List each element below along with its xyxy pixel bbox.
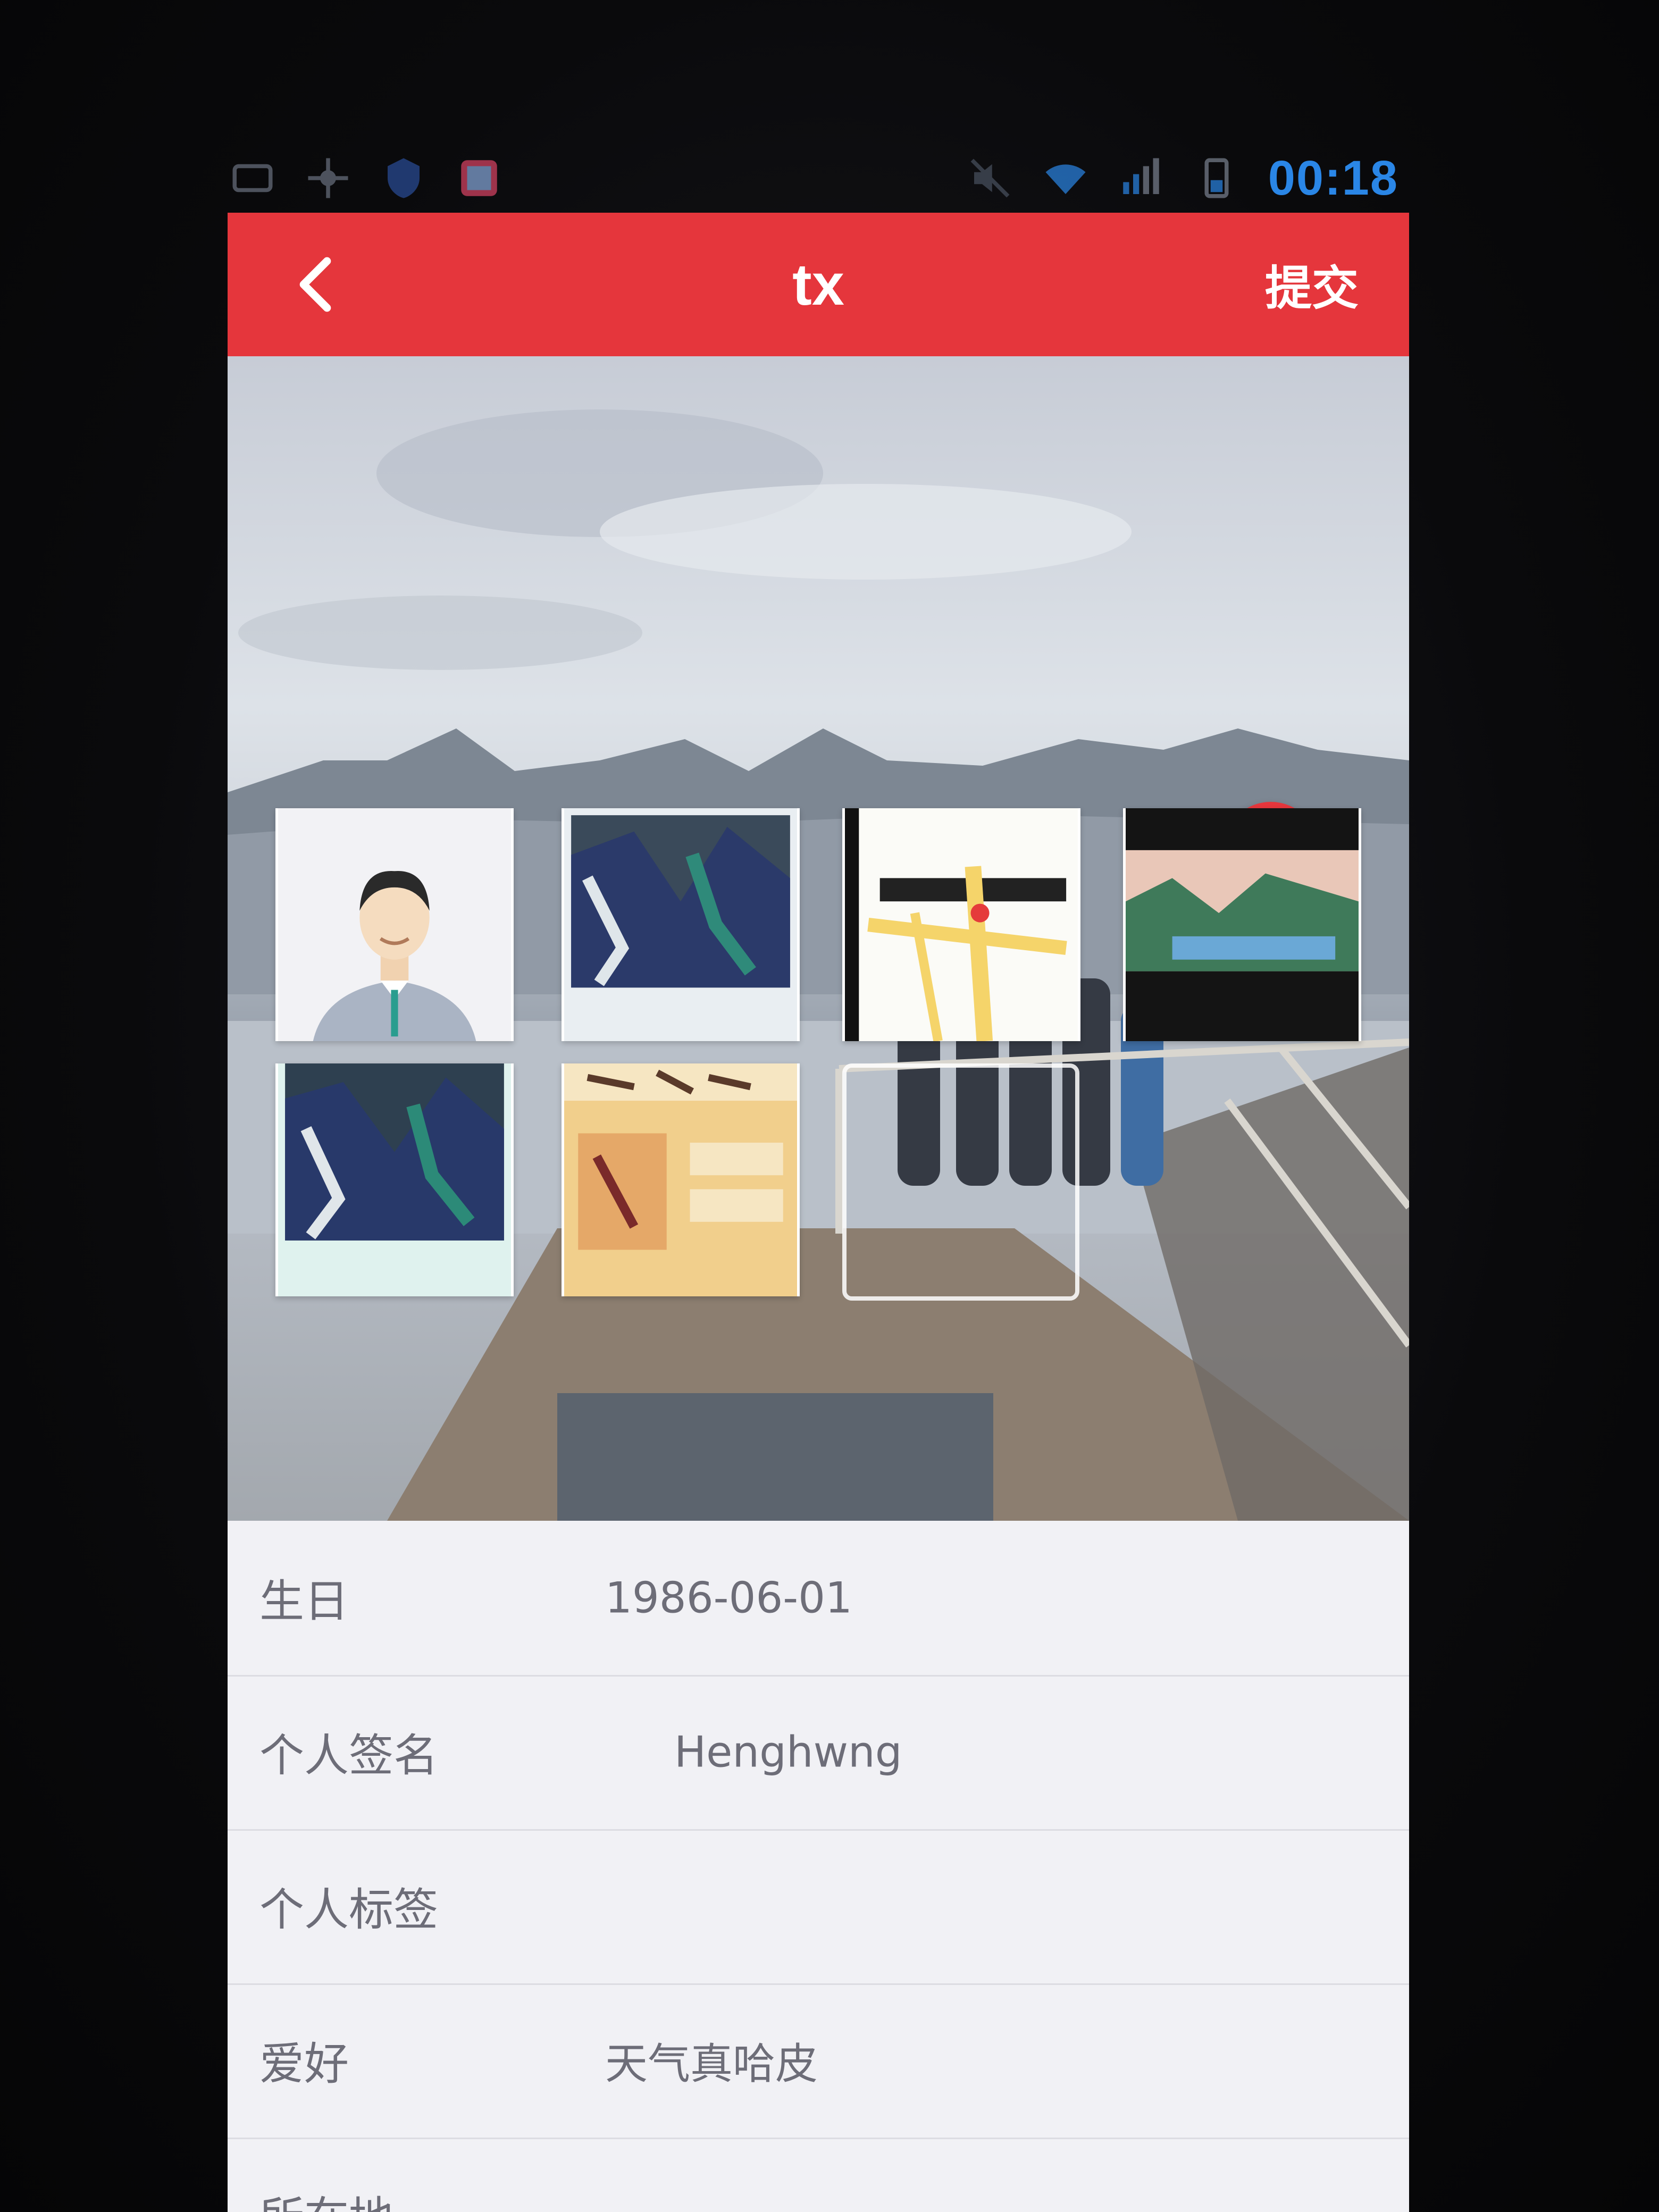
- usb-icon: [308, 158, 348, 198]
- battery-icon: [1204, 158, 1229, 198]
- avatar-illustration: [278, 808, 511, 1041]
- photo-add-slot[interactable]: [842, 1063, 1079, 1301]
- birthday-row[interactable]: 生日 1986-06-01: [228, 1521, 1409, 1677]
- photo-artwork[interactable]: [562, 808, 800, 1041]
- profile-info-list: 生日 1986-06-01 个人签名 Henghwng 个人标签 爱好 天气真哈…: [228, 1521, 1409, 2212]
- page-title: tx: [792, 252, 844, 317]
- map-image: [845, 808, 1078, 1041]
- wifi-icon: [1045, 164, 1086, 194]
- back-button[interactable]: [275, 245, 355, 324]
- chevron-left-icon: [299, 257, 331, 312]
- shield-icon: [388, 158, 420, 198]
- hobby-value: 天气真哈皮: [605, 2039, 818, 2089]
- notification-icon: [232, 164, 273, 192]
- hobby-label: 爱好: [259, 2038, 349, 2090]
- photo-artwork-2[interactable]: [275, 1063, 514, 1296]
- location-row[interactable]: 所在地: [228, 2138, 1409, 2212]
- photo-landscape[interactable]: [1123, 808, 1361, 1041]
- signature-value: Henghwng: [674, 1727, 902, 1777]
- hobby-row[interactable]: 爱好 天气真哈皮: [228, 1983, 1409, 2139]
- mute-icon: [970, 158, 1010, 198]
- artwork-image-2: [278, 1063, 511, 1296]
- tags-label: 个人标签: [259, 1883, 439, 1936]
- photo-map[interactable]: [842, 808, 1080, 1041]
- landscape-image: [1126, 808, 1359, 1041]
- photo-avatar[interactable]: [275, 808, 514, 1041]
- submit-button[interactable]: 提交: [1265, 251, 1359, 319]
- location-label: 所在地: [259, 2183, 393, 2212]
- status-time: 00:18: [1268, 150, 1398, 205]
- phone-screen: tx 提交 生日 1986-06-01 个人签名 Henghwng 个人标签 爱…: [228, 213, 1409, 2212]
- profile-cover-image[interactable]: [228, 356, 1409, 1521]
- photo-calligraphy[interactable]: [562, 1063, 800, 1296]
- gallery-icon: [461, 160, 497, 196]
- signature-row[interactable]: 个人签名 Henghwng: [228, 1675, 1409, 1831]
- signal-icon: [1122, 158, 1159, 194]
- signature-label: 个人签名: [259, 1729, 439, 1782]
- calligraphy-image: [564, 1063, 797, 1296]
- app-bar: tx 提交: [228, 213, 1409, 356]
- artwork-image: [564, 808, 797, 1041]
- tags-row[interactable]: 个人标签: [228, 1829, 1409, 1985]
- birthday-label: 生日: [259, 1575, 349, 1628]
- birthday-value: 1986-06-01: [605, 1573, 852, 1623]
